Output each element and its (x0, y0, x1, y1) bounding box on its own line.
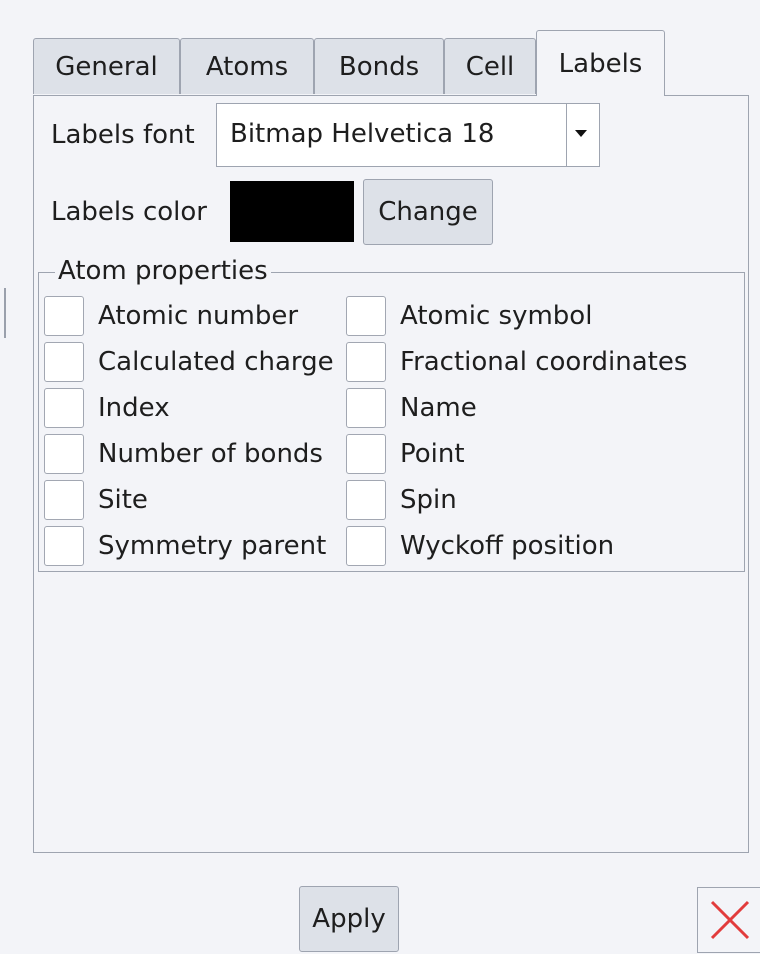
tab-label: Cell (465, 51, 515, 82)
checkbox-box[interactable] (346, 341, 386, 382)
checkbox-fractional-coordinates[interactable]: Fractional coordinates (346, 339, 687, 384)
checkbox-symmetry-parent[interactable]: Symmetry parent (44, 523, 326, 568)
checkbox-site[interactable]: Site (44, 477, 148, 522)
change-color-button[interactable]: Change (363, 179, 493, 245)
checkbox-label: Name (400, 392, 477, 423)
labels-font-select[interactable]: Bitmap Helvetica 18 (216, 103, 600, 167)
checkbox-label: Site (98, 484, 148, 515)
checkbox-atomic-symbol[interactable]: Atomic symbol (346, 293, 592, 338)
checkbox-box[interactable] (44, 295, 84, 336)
tab-bar: General Atoms Bonds Cell Labels (33, 30, 753, 96)
close-x-icon (710, 900, 750, 940)
checkbox-label: Index (98, 392, 170, 423)
checkbox-box[interactable] (44, 341, 84, 382)
checkbox-box[interactable] (44, 387, 84, 428)
tab-bonds[interactable]: Bonds (314, 38, 444, 94)
tab-cell[interactable]: Cell (444, 38, 536, 94)
checkbox-box[interactable] (44, 525, 84, 566)
tab-label: Bonds (338, 51, 420, 82)
checkbox-label: Fractional coordinates (400, 346, 688, 377)
checkbox-label: Wyckoff position (400, 530, 615, 561)
checkbox-name[interactable]: Name (346, 385, 477, 430)
checkbox-wyckoff-position[interactable]: Wyckoff position (346, 523, 614, 568)
labels-color-swatch (230, 181, 354, 242)
labels-color-label: Labels color (51, 197, 207, 227)
checkbox-box[interactable] (346, 387, 386, 428)
labels-font-value: Bitmap Helvetica 18 (230, 119, 495, 149)
checkbox-box[interactable] (44, 433, 84, 474)
checkbox-box[interactable] (346, 295, 386, 336)
checkbox-box[interactable] (346, 479, 386, 520)
window-edge-marker (4, 288, 6, 338)
checkbox-box[interactable] (346, 433, 386, 474)
checkbox-index[interactable]: Index (44, 385, 170, 430)
checkbox-spin[interactable]: Spin (346, 477, 457, 522)
apply-button[interactable]: Apply (299, 886, 399, 952)
change-button-label: Change (378, 197, 478, 227)
tab-label: Atoms (205, 51, 289, 82)
checkbox-label: Atomic number (98, 300, 299, 331)
checkbox-label: Calculated charge (98, 346, 334, 377)
select-divider (566, 104, 567, 166)
checkbox-atomic-number[interactable]: Atomic number (44, 293, 298, 338)
checkbox-calculated-charge[interactable]: Calculated charge (44, 339, 334, 384)
checkbox-box[interactable] (346, 525, 386, 566)
labels-font-label: Labels font (51, 120, 195, 150)
chevron-down-icon[interactable] (575, 130, 587, 137)
checkbox-label: Number of bonds (98, 438, 323, 469)
tab-general[interactable]: General (33, 38, 180, 94)
checkbox-box[interactable] (44, 479, 84, 520)
atom-properties-title: Atom properties (55, 255, 271, 287)
checkbox-label: Spin (400, 484, 457, 515)
checkbox-point[interactable]: Point (346, 431, 465, 476)
tab-label: Labels (558, 48, 643, 79)
apply-button-label: Apply (312, 904, 386, 934)
checkbox-label: Atomic symbol (400, 300, 593, 331)
checkbox-label: Point (400, 438, 465, 469)
tab-label: General (55, 51, 158, 82)
checkbox-number-of-bonds[interactable]: Number of bonds (44, 431, 323, 476)
tab-atoms[interactable]: Atoms (180, 38, 314, 94)
atom-properties-group: Atom properties Atomic number Calculated… (38, 255, 745, 572)
close-button[interactable] (697, 887, 760, 953)
tab-labels[interactable]: Labels (536, 30, 665, 96)
checkbox-label: Symmetry parent (98, 530, 327, 561)
